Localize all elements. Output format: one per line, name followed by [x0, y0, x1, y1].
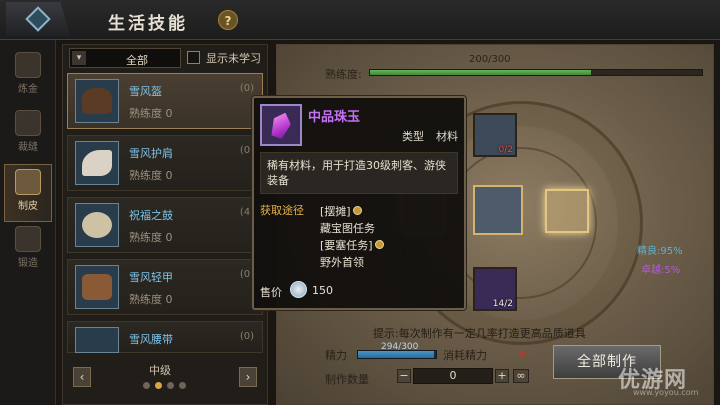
- show-unlearned-checkbox[interactable]: [187, 51, 200, 64]
- sidebar-item-tailoring[interactable]: 裁缝: [4, 106, 52, 164]
- material-slot-bowl[interactable]: 0/2: [473, 113, 517, 157]
- source-text: [要塞任务]: [320, 238, 373, 252]
- recipe-name: 雪风轻甲: [129, 271, 173, 284]
- quantity-minus-button[interactable]: −: [397, 369, 411, 383]
- page-indicator: [143, 382, 186, 389]
- recipe-count: (0): [239, 331, 254, 342]
- tooltip-type-label: 类型: [402, 130, 424, 143]
- recipe-proficiency: 熟练度 0: [129, 293, 173, 306]
- proficiency-fill: [370, 70, 592, 75]
- recipe-item[interactable]: 祝福之鼓 (4) 熟练度 0: [67, 197, 263, 253]
- quantity-input[interactable]: 0: [413, 368, 493, 384]
- top-header: 生活技能 ?: [0, 0, 720, 40]
- show-unlearned-label: 显示未学习: [206, 52, 261, 65]
- tier-label: 中级: [149, 364, 171, 377]
- source-text: 藏宝图任务: [320, 221, 375, 235]
- pauldron-icon: [75, 141, 119, 185]
- recipe-list-panel: ▾ 全部 显示未学习 雪风盔 (0) 熟练度 0 雪风护肩 (0) 熟练度 0 …: [62, 44, 268, 405]
- craft-hint: 提示:每次制作有一定几率打造更高品质道具: [373, 327, 586, 340]
- sidebar-item-forge[interactable]: 锻造: [4, 222, 52, 280]
- recipe-item[interactable]: 雪风护肩 (0) 熟练度 0: [67, 135, 263, 191]
- recipe-name: 祝福之鼓: [129, 209, 173, 222]
- leatherwork-icon: [15, 169, 41, 195]
- belt-icon: [75, 327, 119, 353]
- sidebar-item-label: 炼金: [18, 84, 38, 95]
- source-item[interactable]: 野外首领: [320, 253, 384, 270]
- product-slot[interactable]: [473, 185, 523, 235]
- energy-value: 294/300: [381, 342, 419, 352]
- drum-icon: [75, 203, 119, 247]
- alchemy-icon: [15, 52, 41, 78]
- page-title: 生活技能: [108, 14, 188, 34]
- recipe-item[interactable]: 雪风腰带 (0): [67, 321, 263, 353]
- sidebar-item-alchemy[interactable]: 炼金: [4, 48, 52, 106]
- recipe-name: 雪风护肩: [129, 147, 173, 160]
- item-tooltip: 中品珠玉 类型 材料 稀有材料，用于打造30级刺客、游侠装备 获取途径 [摆摊]…: [252, 96, 466, 310]
- prev-page-button[interactable]: ‹: [73, 367, 91, 387]
- category-selected: 全部: [126, 54, 148, 67]
- chevron-down-icon: ▾: [72, 51, 86, 65]
- recipe-item[interactable]: 雪风轻甲 (0) 熟练度 0: [67, 259, 263, 315]
- page-dot-active: [155, 382, 162, 389]
- quality-excellent-rate: 卓越:5%: [641, 265, 681, 276]
- tailoring-icon: [15, 110, 41, 136]
- source-text: 野外首领: [320, 255, 364, 269]
- quantity-plus-button[interactable]: +: [495, 369, 509, 383]
- slot-count: 14/2: [492, 299, 513, 309]
- forge-icon: [15, 226, 41, 252]
- recipe-name: 雪风盔: [129, 85, 162, 98]
- source-list: [摆摊] 藏宝图任务 [要塞任务] 野外首领: [320, 202, 384, 270]
- watermark-url: www.yoyou.com: [633, 388, 699, 397]
- tooltip-price-value: 150: [312, 284, 333, 297]
- tooltip-source-label: 获取途径: [260, 204, 304, 217]
- slot-count: 0/2: [498, 145, 513, 155]
- source-text: [摆摊]: [320, 204, 351, 218]
- source-item[interactable]: [要塞任务]: [320, 236, 384, 253]
- tooltip-description: 稀有材料，用于打造30级刺客、游侠装备: [260, 152, 458, 194]
- consume-energy-label: 消耗精力: [443, 349, 487, 362]
- proficiency-label: 熟练度:: [325, 68, 362, 81]
- gem-icon: [260, 104, 302, 146]
- sidebar-item-label: 锻造: [18, 258, 38, 269]
- sidebar-item-leatherwork[interactable]: 制皮: [4, 164, 52, 222]
- quality-good-rate: 精良:95%: [637, 246, 683, 257]
- help-icon[interactable]: ?: [218, 10, 238, 30]
- recipe-item[interactable]: 雪风盔 (0) 熟练度 0: [67, 73, 263, 129]
- tooltip-price-label: 售价: [260, 286, 282, 299]
- source-item[interactable]: 藏宝图任务: [320, 219, 384, 236]
- material-slot-gem[interactable]: 14/2: [473, 267, 517, 311]
- energy-fill: [358, 351, 435, 358]
- consume-energy-value: 6: [519, 347, 526, 360]
- light-armor-icon: [75, 265, 119, 309]
- page-dot: [143, 382, 150, 389]
- coin-icon: [352, 206, 362, 215]
- sidebar-item-label: 裁缝: [18, 142, 38, 153]
- source-item[interactable]: [摆摊]: [320, 202, 384, 219]
- recipe-count: (0): [239, 83, 254, 94]
- skill-sidebar: 炼金 裁缝 制皮 锻造: [0, 40, 56, 405]
- category-dropdown[interactable]: ▾ 全部: [69, 48, 181, 68]
- quantity-label: 制作数量: [325, 373, 369, 386]
- sidebar-item-label: 制皮: [18, 201, 38, 212]
- proficiency-bar: [369, 69, 703, 76]
- silver-coin-icon: [290, 281, 307, 298]
- proficiency-value: 200/300: [469, 54, 511, 65]
- next-page-button[interactable]: ›: [239, 367, 257, 387]
- recipe-proficiency: 熟练度 0: [129, 231, 173, 244]
- page-dot: [179, 382, 186, 389]
- page-dot: [167, 382, 174, 389]
- quantity-max-button[interactable]: ∞: [513, 369, 529, 383]
- helmet-icon: [75, 79, 119, 123]
- recipe-proficiency: 熟练度 0: [129, 169, 173, 182]
- back-button[interactable]: [6, 2, 70, 36]
- back-diamond-icon: [25, 6, 51, 32]
- energy-label: 精力: [325, 349, 347, 362]
- material-slot-empty[interactable]: [545, 189, 589, 233]
- recipe-name: 雪风腰带: [129, 333, 173, 346]
- coin-icon: [374, 240, 384, 249]
- tooltip-title: 中品珠玉: [308, 110, 361, 125]
- tooltip-type-value: 材料: [436, 130, 458, 143]
- recipe-proficiency: 熟练度 0: [129, 107, 173, 120]
